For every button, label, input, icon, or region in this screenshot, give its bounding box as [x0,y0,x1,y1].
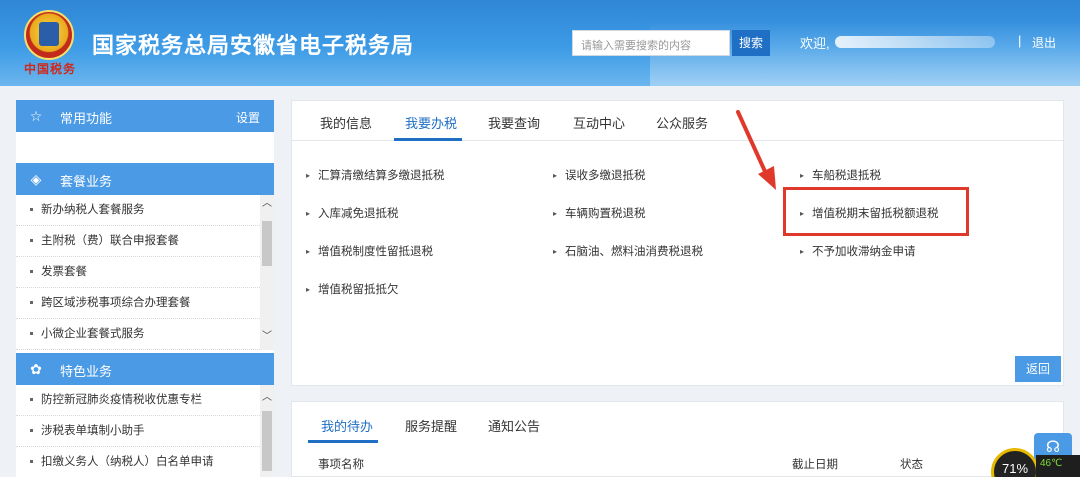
caret-right-icon: ▸ [553,171,558,180]
service-link[interactable]: ▸ 不予加收滞纳金申请 [800,243,916,259]
emblem-tag: 中国税务 [24,62,77,76]
todo-panel: 我的待办 服务提醒 通知公告 事项名称 截止日期 状态 [291,401,1064,477]
settings-link[interactable]: 设置 [236,109,260,126]
service-link[interactable]: ▸ 增值税制度性留抵退税 [306,243,433,259]
star-icon: ☆ [29,108,43,124]
tab-query[interactable]: 我要查询 [488,113,540,132]
main-tabs: 我的信息 我要办税 我要查询 互动中心 公众服务 [292,101,1063,141]
service-link[interactable]: ▸ 车辆购置税退税 [553,205,646,221]
list-item[interactable]: 主附税（费）联合申报套餐 [16,226,260,257]
scroll-up-icon[interactable]: ︿ [260,197,274,211]
welcome-text: 欢迎, [800,36,830,51]
column-header-item-name: 事项名称 [318,459,364,471]
active-tab-indicator [308,440,378,443]
header-banner: 中国税务 国家税务总局安徽省电子税务局 请输入需要搜索的内容 搜索 欢迎, | … [0,0,1080,86]
special-business-title: 特色业务 [60,364,113,379]
tab-service-reminder[interactable]: 服务提醒 [405,416,457,435]
caret-right-icon: ▸ [306,247,311,256]
service-link[interactable]: ▸ 汇算清缴结算多缴退抵税 [306,167,445,183]
back-button[interactable]: 返回 [1015,356,1061,382]
tab-notice[interactable]: 通知公告 [488,416,540,435]
caret-right-icon: ▸ [800,247,805,256]
list-item[interactable]: 小微企业套餐式服务 [16,319,260,350]
caret-right-icon: ▸ [306,209,311,218]
special-scrollbar[interactable]: ︿ [260,385,274,477]
tab-tax-handling[interactable]: 我要办税 [405,113,457,132]
service-link[interactable]: ▸ 石脑油、燃料油消费税退税 [553,243,703,259]
red-arrow-icon [736,110,776,190]
package-business-title: 套餐业务 [60,174,113,189]
active-tab-indicator [394,138,462,141]
tab-my-info[interactable]: 我的信息 [320,113,372,132]
highlight-box [783,187,969,236]
caret-right-icon: ▸ [800,171,805,180]
search-input[interactable]: 请输入需要搜索的内容 [572,30,730,56]
tab-my-todo[interactable]: 我的待办 [321,416,373,435]
caret-right-icon: ▸ [553,209,558,218]
package-business-header[interactable]: ◈ 套餐业务 [16,163,274,195]
caret-right-icon: ▸ [306,285,311,294]
list-item[interactable]: 扣缴义务人（纳税人）白名单申请 [16,447,260,477]
caret-right-icon: ▸ [553,247,558,256]
common-functions-title: 常用功能 [60,111,113,126]
search-button[interactable]: 搜索 [732,30,770,56]
clover-icon: ✿ [30,361,42,377]
site-title: 国家税务总局安徽省电子税务局 [92,33,415,58]
special-business-header[interactable]: ✿ 特色业务 [16,353,274,385]
scrollbar-thumb[interactable] [262,411,272,471]
layers-icon: ◈ [30,171,42,187]
logout-link[interactable]: 退出 [1032,34,1056,51]
service-link[interactable]: ▸ 入库减免退抵税 [306,205,399,221]
tax-emblem-logo [24,10,74,60]
service-link[interactable]: ▸ 车船税退抵税 [800,167,881,183]
caret-right-icon: ▸ [306,171,311,180]
scrollbar-thumb[interactable] [262,221,272,266]
list-item[interactable]: 涉税表单填制小助手 [16,416,260,447]
column-header-status: 状态 [900,459,923,471]
list-item[interactable]: 跨区域涉税事项综合办理套餐 [16,288,260,319]
package-scrollbar[interactable]: ︿ ﹀ [260,195,274,350]
sidebar: ☆ 常用功能 设置 ◈ 套餐业务 新办纳税人套餐服务 主附税（费）联合申报套餐 … [16,100,274,477]
column-header-deadline: 截止日期 [792,459,838,471]
logout-separator: | [1018,33,1022,48]
list-item[interactable]: 发票套餐 [16,257,260,288]
list-item[interactable]: 新办纳税人套餐服务 [16,195,260,226]
tab-public-service[interactable]: 公众服务 [656,113,708,132]
service-link[interactable]: ▸ 增值税留抵抵欠 [306,281,399,297]
username-redacted [835,36,995,48]
scroll-down-icon[interactable]: ﹀ [260,330,274,344]
tab-interaction[interactable]: 互动中心 [573,113,625,132]
common-functions-header: ☆ 常用功能 设置 [16,100,274,132]
list-item[interactable]: 防控新冠肺炎疫情税收优惠专栏 [16,385,260,416]
service-link[interactable]: ▸ 误收多缴退抵税 [553,167,646,183]
temperature-readout: 46℃ [1036,455,1080,477]
scroll-up-icon[interactable]: ︿ [260,391,274,405]
